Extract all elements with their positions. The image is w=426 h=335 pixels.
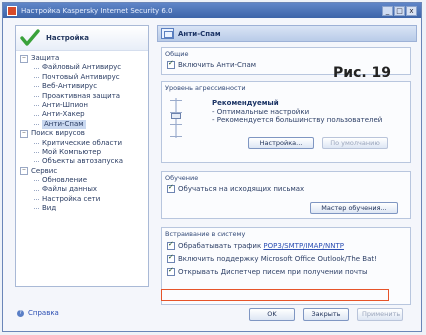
settings-nav-panel: Настройка − Защита Файловый Антивирус Почто… [15, 25, 149, 287]
ok-button[interactable]: OK [249, 308, 295, 321]
enable-antispam-checkbox[interactable] [167, 59, 175, 69]
tree-item[interactable]: Почтовый Антивирус [20, 73, 146, 82]
outlook-support-checkbox[interactable] [167, 253, 175, 263]
tree-item[interactable]: − Сервис [20, 167, 146, 176]
tree-item-label: Критические области [42, 138, 123, 147]
antispam-icon [161, 28, 174, 39]
title-bar: Настройка Kaspersky Internet Security 6.… [3, 3, 421, 18]
tree-item[interactable]: Настройка сети [20, 195, 146, 204]
settings-window: Настройка Kaspersky Internet Security 6.… [2, 2, 422, 332]
tree-item[interactable]: − Поиск вирусов [20, 129, 146, 138]
tree-item-label: Защита [31, 54, 60, 62]
enable-antispam-label: Включить Анти-Спам [178, 61, 257, 69]
tree-item[interactable]: Файловый Антивирус [20, 63, 146, 72]
training-wizard-button[interactable]: Мастер обучения... [310, 202, 398, 214]
tree-item-label: Файлы данных [42, 185, 98, 194]
app-icon [7, 5, 17, 16]
section-title: Анти-Спам [178, 29, 221, 38]
tree-item[interactable]: Анти-Шпион [20, 101, 146, 110]
help-label: Справка [28, 309, 59, 317]
sensitivity-level-name: Рекомендуемый [212, 99, 279, 107]
settings-tree: − Защита Файловый Антивирус Почтовый Антиви… [16, 51, 148, 214]
tree-item-label: Проактивная защита [42, 91, 121, 100]
integration-option-row[interactable]: Обрабатывать трафик POP3/SMTP/IMAP/NNTP [162, 240, 410, 251]
protocols-link[interactable]: POP3/SMTP/IMAP/NNTP [263, 242, 344, 250]
tree-expander-icon[interactable]: − [20, 167, 28, 176]
slider-tick [170, 124, 182, 125]
open-dispatcher-label: Открывать Диспетчер писем при получении … [178, 268, 368, 276]
tree-item[interactable]: Мой Компьютер [20, 148, 146, 157]
sensitivity-group: Уровень агрессивности Рекомендуемый - Оп… [161, 81, 411, 163]
training-group: Обучение Обучаться на исходящих письмах … [161, 171, 411, 219]
tree-expander-icon[interactable]: − [20, 54, 28, 63]
tree-item[interactable]: Критические области [20, 139, 146, 148]
process-traffic-checkbox[interactable] [167, 240, 175, 250]
tree-item[interactable]: Файлы данных [20, 185, 146, 194]
checkmark-icon [20, 29, 40, 46]
general-group-title: Общие [165, 50, 189, 58]
tree-item[interactable]: − Защита [20, 54, 146, 63]
open-dispatcher-checkbox[interactable] [167, 266, 175, 276]
outlook-support-label: Включить поддержку Microsoft Office Outl… [178, 255, 377, 263]
tree-item[interactable]: Анти-Спам [20, 119, 146, 130]
maximize-button[interactable]: □ [394, 5, 405, 16]
sensitivity-bullet: - Рекомендуется большинству пользователе… [212, 116, 383, 124]
sensitivity-settings-button[interactable]: Настройка... [248, 137, 314, 149]
integration-option-row[interactable]: Включить поддержку Microsoft Office Outl… [162, 251, 410, 264]
tree-expander-icon[interactable]: − [20, 129, 28, 138]
tree-item-label: Настройка сети [42, 194, 101, 203]
tree-item[interactable]: Объекты автозапуска [20, 157, 146, 166]
tree-item-label: Вид [42, 204, 57, 213]
tree-item-label: Объекты автозапуска [42, 157, 124, 166]
slider-tick [170, 136, 182, 137]
apply-button[interactable]: Применить [357, 308, 403, 321]
tree-item-label: Поиск вирусов [31, 129, 85, 138]
tree-item-label: Анти-Спам [42, 119, 86, 130]
slider-tick [170, 100, 182, 101]
tree-item[interactable]: Анти-Хакер [20, 110, 146, 119]
tree-item-label: Почтовый Антивирус [42, 72, 120, 81]
sensitivity-bullet: - Оптимальные настройки [212, 108, 310, 116]
slider-thumb[interactable] [171, 113, 181, 119]
close-window-button[interactable]: x [406, 5, 417, 16]
sensitivity-slider[interactable] [170, 98, 182, 138]
tree-item[interactable]: Вид [20, 204, 146, 213]
help-icon: ? [17, 309, 24, 317]
section-header: Анти-Спам [157, 25, 417, 42]
tree-item[interactable]: Обновление [20, 176, 146, 185]
training-label: Обучаться на исходящих письмах [178, 185, 305, 193]
tree-item[interactable]: Проактивная защита [20, 92, 146, 101]
tree-item-label: Анти-Хакер [42, 110, 85, 119]
default-level-button[interactable]: По умолчанию [322, 137, 388, 149]
integration-option-row[interactable]: Открывать Диспетчер писем при получении … [162, 264, 410, 277]
process-traffic-label: Обрабатывать трафик [178, 242, 262, 250]
bottom-bar: ? Справка OK Закрыть Применить [3, 299, 421, 331]
tree-item-label: Веб-Антивирус [42, 82, 98, 91]
nav-header: Настройка [16, 26, 148, 51]
close-button[interactable]: Закрыть [303, 308, 349, 321]
training-group-title: Обучение [165, 174, 199, 182]
tree-item-label: Обновление [42, 176, 88, 185]
window-title: Настройка Kaspersky Internet Security 6.… [21, 6, 173, 15]
tree-item-label: Сервис [31, 166, 58, 175]
tree-item[interactable]: Веб-Антивирус [20, 82, 146, 91]
integration-group-title: Встраивание в систему [165, 230, 246, 238]
tree-item-label: Мой Компьютер [42, 147, 102, 156]
help-link[interactable]: ? Справка [17, 309, 59, 317]
tree-item-label: Файловый Антивирус [42, 63, 122, 72]
training-option-row[interactable]: Обучаться на исходящих письмах [162, 183, 410, 194]
sensitivity-group-title: Уровень агрессивности [165, 84, 246, 92]
training-checkbox[interactable] [167, 183, 175, 193]
tree-item-label: Анти-Шпион [42, 100, 88, 109]
figure-label: Рис. 19 [333, 65, 392, 81]
minimize-button[interactable]: _ [382, 5, 393, 16]
nav-title: Настройка [46, 34, 89, 42]
